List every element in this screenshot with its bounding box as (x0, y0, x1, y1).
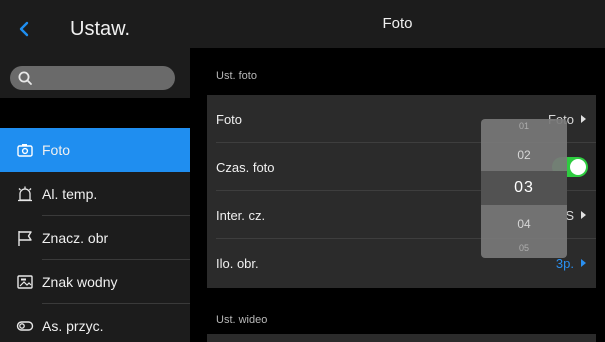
sidebar-gap (0, 98, 190, 128)
sidebar-item-label: Znacz. obr (42, 230, 109, 246)
setting-label: Czas. foto (216, 160, 275, 175)
sidebar: Ustaw. Foto Al. temp. Znacz. obr Znak wo… (0, 0, 190, 342)
setting-label: Foto (216, 112, 243, 127)
sidebar-item-label: Foto (42, 142, 71, 158)
number-picker[interactable]: 01 02 03 04 05 (481, 119, 567, 258)
sidebar-item-as-przyc[interactable]: As. przyc. (0, 304, 190, 342)
flag-icon (16, 229, 34, 247)
setting-label: Ilo. obr. (216, 256, 259, 271)
camera-icon (16, 141, 34, 159)
sidebar-header: Ustaw. (0, 0, 190, 58)
sidebar-item-label: Al. temp. (42, 186, 98, 202)
toggle-icon (16, 317, 34, 335)
setting-value: 3p. (555, 256, 574, 271)
search-input[interactable] (10, 66, 175, 90)
sidebar-item-znacz-obr[interactable]: Znacz. obr (0, 216, 190, 260)
picker-option[interactable]: 01 (481, 121, 567, 131)
picker-option[interactable]: 04 (481, 217, 567, 231)
sidebar-title: Ustaw. (70, 18, 131, 40)
back-arrow-icon[interactable] (14, 18, 36, 40)
picker-selected-value[interactable]: 03 (481, 179, 567, 197)
sidebar-item-znak-wodny[interactable]: Znak wodny (0, 260, 190, 304)
alarm-clock-icon (16, 185, 34, 203)
sidebar-item-label: As. przyc. (42, 318, 104, 334)
toggle-knob (570, 159, 586, 175)
sidebar-item-al-temp[interactable]: Al. temp. (0, 172, 190, 216)
chevron-right-icon (581, 115, 586, 123)
image-icon (16, 273, 34, 291)
chevron-right-icon (581, 211, 586, 219)
sidebar-list: Foto Al. temp. Znacz. obr Znak wodny As.… (0, 128, 190, 342)
picker-option[interactable]: 02 (481, 148, 567, 162)
section-label-video: Ust. wideo (216, 314, 268, 326)
picker-option[interactable]: 05 (481, 243, 567, 253)
sidebar-item-foto[interactable]: Foto (0, 128, 190, 172)
settings-group-video (207, 334, 596, 342)
search-icon (17, 70, 33, 86)
section-label-photo: Ust. foto (216, 70, 257, 82)
page-title: Foto (382, 15, 413, 32)
search-row (0, 58, 190, 98)
chevron-right-icon (581, 259, 586, 267)
sidebar-item-label: Znak wodny (42, 274, 118, 290)
main-header: Foto (190, 0, 605, 48)
setting-label: Inter. cz. (216, 208, 266, 223)
